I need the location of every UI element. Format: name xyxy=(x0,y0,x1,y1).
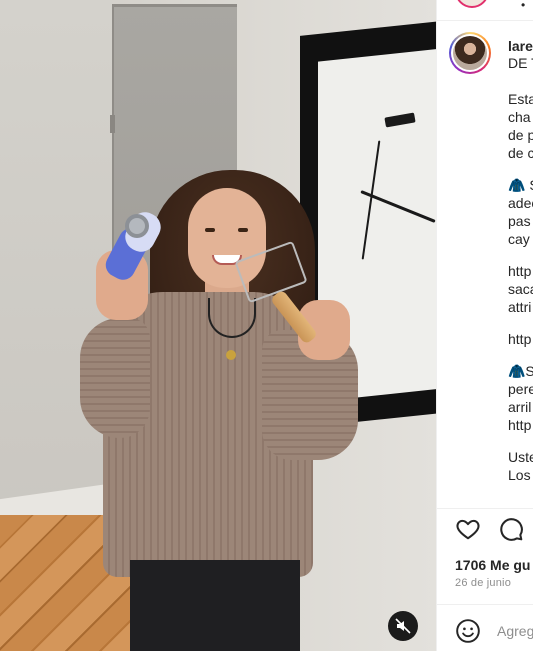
divider xyxy=(437,508,533,509)
post-side-panel: • lare DE T Esta cha de p de c 🧥 S adec … xyxy=(436,0,533,651)
person-eye xyxy=(205,228,215,232)
caption-line: adec xyxy=(508,195,533,211)
caption-line: pas xyxy=(508,213,531,229)
caption-line: 🧥 S xyxy=(508,177,533,193)
caption-line: cha xyxy=(508,109,531,125)
header-avatar[interactable] xyxy=(455,0,489,8)
comment-icon[interactable] xyxy=(498,516,524,542)
caption-line: Los xyxy=(508,467,531,483)
caption-link[interactable]: http xyxy=(508,416,533,434)
caption-line: Esta xyxy=(508,91,533,107)
caption-username-cont: DE T xyxy=(508,55,533,71)
emoji-icon[interactable] xyxy=(455,618,481,644)
caption-link[interactable]: saca xyxy=(508,280,533,298)
post-date[interactable]: 26 de junio xyxy=(455,577,511,589)
caption-link[interactable]: http xyxy=(508,262,533,280)
divider xyxy=(437,20,533,21)
caption-avatar[interactable] xyxy=(449,32,491,74)
caption-username[interactable]: lare xyxy=(508,38,533,54)
sweater-sleeve-left xyxy=(80,318,150,438)
caption-line: cay xyxy=(508,231,530,247)
caption-link[interactable]: attri xyxy=(508,298,533,316)
speaker-muted-icon xyxy=(395,618,411,634)
caption-line: arril xyxy=(508,399,532,415)
caption-line: de c xyxy=(508,145,533,161)
person-pants xyxy=(130,560,300,651)
person-eye xyxy=(238,228,248,232)
more-options-icon[interactable]: • xyxy=(521,0,525,12)
like-count[interactable]: 1706 Me gu xyxy=(455,557,530,573)
caption-line: Uste xyxy=(508,449,533,465)
caption-line: pere xyxy=(508,381,533,397)
mute-button[interactable] xyxy=(388,611,418,641)
caption-line: 🧥S xyxy=(508,363,533,379)
divider xyxy=(437,604,533,605)
post-media[interactable] xyxy=(0,0,436,651)
caption-link[interactable]: http xyxy=(508,330,533,348)
necklace-pendant xyxy=(226,350,236,360)
comment-input[interactable] xyxy=(497,619,533,643)
caption-fade xyxy=(437,492,533,508)
fabric-shaver xyxy=(105,212,161,280)
wall xyxy=(0,0,112,520)
door-hinge xyxy=(110,115,115,133)
heart-icon[interactable] xyxy=(455,516,481,542)
caption-line: de p xyxy=(508,127,533,143)
caption-text: Esta cha de p de c 🧥 S adec pas cay http… xyxy=(508,90,533,484)
